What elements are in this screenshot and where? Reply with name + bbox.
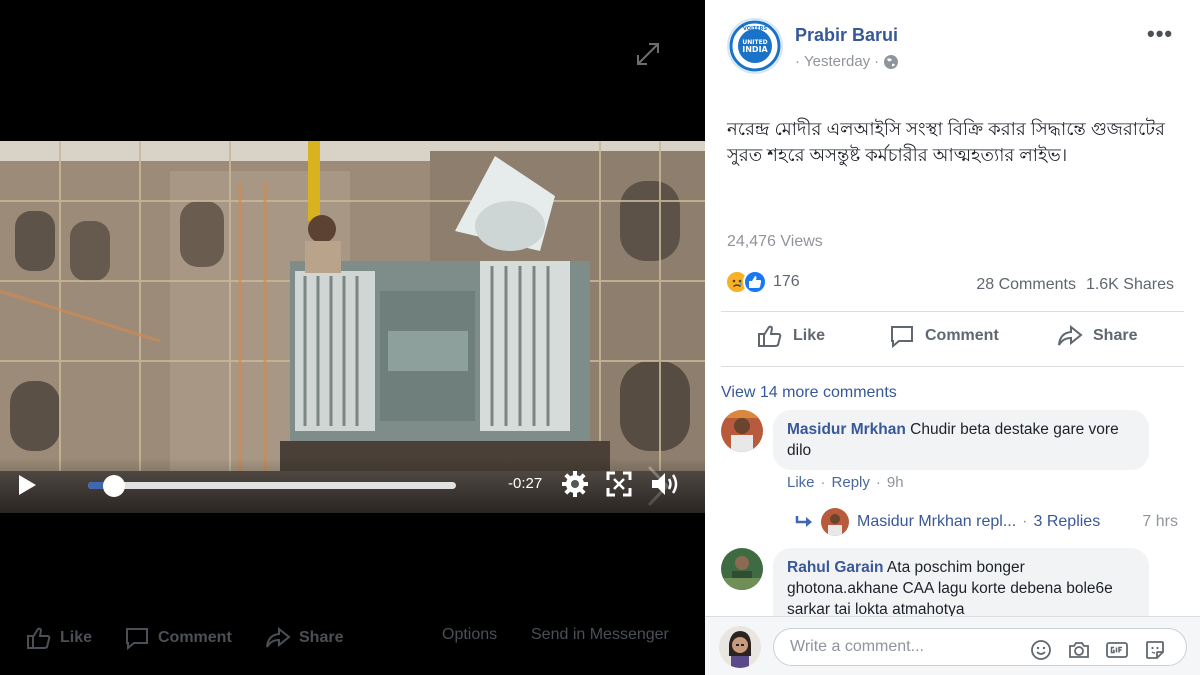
expand-icon[interactable] [634,40,662,68]
post-stats: 28 Comments 1.6K Shares [976,276,1174,294]
emoji-icon[interactable] [1030,639,1052,661]
fullscreen-icon[interactable] [606,471,632,497]
avatar[interactable] [721,410,763,452]
meta-separator: · [874,53,880,70]
reply-arrow-icon [795,516,812,527]
post-meta: · Yesterday · [795,53,899,70]
comment-like-link[interactable]: Like [787,474,815,491]
progress-knob[interactable] [102,475,125,497]
like-icon [27,627,51,649]
replies-summary-link[interactable]: Masidur Mrkhan repl... · 3 Replies 7 hrs [795,508,1190,536]
progress-bar[interactable] [88,475,456,497]
avatar [821,508,849,536]
viewer-options-label: Options [442,626,498,643]
reaction-count: 176 [773,273,800,290]
comment-reply-link[interactable]: Reply [832,474,870,491]
reply-count: 3 Replies [1033,513,1101,530]
post-text: নরেন্দ্র মোদীর এলআইসি সংস্থা বিক্রি করার… [727,119,1165,165]
comment-bubble: Masidur Mrkhan Chudir beta destake gare … [773,410,1149,470]
viewer-share-label: Share [299,629,344,646]
gif-icon[interactable] [1106,639,1128,661]
viewer-options-button[interactable]: Options [442,626,497,644]
comment-composer: Write a comment... [705,616,1200,675]
post-action-bar: Like Comment Share [705,318,1200,360]
comments-section: View 14 more comments Masidur Mrkhan Chu… [705,374,1200,616]
sticker-icon[interactable] [1144,639,1166,661]
page-name-link[interactable]: Prabir Barui [795,25,898,46]
comment-time: 9h [886,474,904,491]
page-avatar[interactable]: VOITERS UNITED INDIA [727,18,783,74]
comment-button[interactable]: Comment [889,324,999,348]
avatar[interactable] [721,548,763,590]
comments-count-link[interactable]: 28 Comments [976,276,1076,294]
post-timestamp[interactable]: Yesterday [804,53,870,70]
meta-separator: · [820,474,826,491]
meta-separator: · [875,474,881,491]
shares-count-link[interactable]: 1.6K Shares [1086,276,1174,294]
like-icon [758,325,782,347]
play-icon[interactable] [14,472,40,498]
post-panel: VOITERS UNITED INDIA Prabir Barui · Yest… [705,0,1200,675]
settings-gear-icon[interactable] [561,470,589,498]
globe-icon [884,54,899,69]
divider [721,311,1184,312]
logo-text-mid2: INDIA [742,45,768,54]
share-icon [1058,324,1083,346]
comment-input[interactable]: Write a comment... [773,628,1187,666]
time-remaining: -0:27 [508,475,543,492]
reply-time: 7 hrs [1142,513,1178,530]
video-viewer: -0:27 Like Comment Share Options Send in… [0,0,705,675]
share-icon [266,626,291,648]
comment-input-placeholder: Write a comment... [790,638,924,655]
comment-label: Comment [925,327,999,344]
like-button[interactable]: Like [757,324,825,348]
more-dots-icon[interactable]: ••• [1147,23,1175,45]
view-count: 24,476 Views [727,233,823,250]
comment-author[interactable]: Masidur Mrkhan [787,421,906,438]
send-in-messenger-button[interactable]: Send in Messenger [531,626,669,644]
comment-bubble: Rahul Garain Ata poschim bonger ghotona.… [773,548,1149,616]
divider [721,366,1184,367]
viewer-action-bar: Like Comment Share Options Send in Messe… [0,620,705,656]
comment-meta: Like · Reply · 9h [787,474,904,491]
video-controls: -0:27 [0,458,705,513]
viewer-like-button[interactable]: Like [26,626,92,650]
share-label: Share [1093,327,1138,344]
avatar [719,626,761,668]
send-in-messenger-label: Send in Messenger [531,626,669,643]
like-label: Like [793,327,826,344]
like-reaction-icon [743,270,767,294]
meta-separator: · [1022,513,1028,530]
comment-author[interactable]: Rahul Garain [787,559,883,576]
camera-icon[interactable] [1068,639,1090,661]
viewer-share-button[interactable]: Share [265,626,343,650]
volume-icon[interactable] [650,470,680,498]
viewer-like-label: Like [60,629,93,646]
share-button[interactable]: Share [1057,324,1137,348]
comment-icon [891,326,913,348]
comment-icon [126,628,148,650]
view-more-comments-link[interactable]: View 14 more comments [721,384,897,402]
meta-separator: · [795,53,800,70]
viewer-comment-button[interactable]: Comment [124,626,232,650]
viewer-comment-label: Comment [158,629,232,646]
reactions-summary[interactable]: 176 [725,270,800,294]
logo-text-top: VOITERS [743,26,768,32]
reply-author: Masidur Mrkhan repl... [857,513,1017,530]
